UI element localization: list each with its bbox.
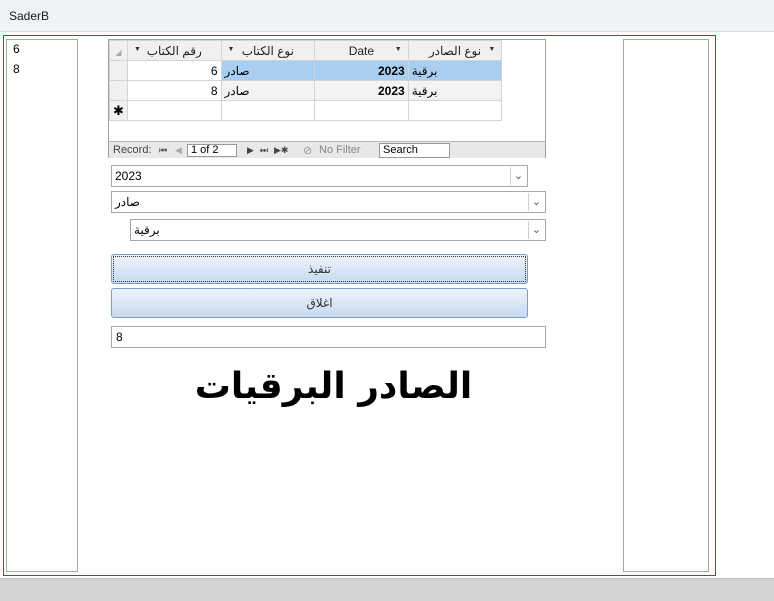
new-record-row[interactable]: ✱ bbox=[109, 100, 545, 121]
cell-outgoing-kind[interactable]: برقية bbox=[407, 60, 503, 81]
row-blank bbox=[501, 100, 545, 121]
datasheet-subform: ◢ ▼ رقم الكتاب ▼ نوع الكتاب ▼ Date ▼ نوع الص… bbox=[108, 39, 546, 158]
book-type-combo-value: صادر bbox=[115, 195, 140, 209]
page-heading: الصادر البرقيات bbox=[194, 366, 473, 407]
row-selector[interactable] bbox=[109, 60, 128, 81]
record-navigation-bar: Record: ⏮ ◀ 1 of 2 ▶ ⏭ ▶✱ ⊘ No Filter Se… bbox=[109, 141, 545, 158]
cell-new[interactable] bbox=[314, 100, 409, 121]
chevron-down-icon[interactable]: ▼ bbox=[395, 46, 402, 53]
column-header-date[interactable]: ▼ Date bbox=[314, 40, 409, 61]
table-row[interactable]: 8 صادر 2023 برقية bbox=[109, 80, 545, 101]
no-filter-button[interactable]: No Filter bbox=[319, 144, 361, 156]
chevron-down-icon[interactable]: ▼ bbox=[488, 46, 495, 53]
execute-button[interactable]: تنفيذ bbox=[111, 254, 528, 284]
table-row[interactable]: 6 صادر 2023 برقية bbox=[109, 60, 545, 81]
last-record-icon[interactable]: ⏭ bbox=[260, 145, 268, 156]
chevron-down-icon[interactable]: ⌄ bbox=[528, 221, 544, 239]
window-title: SaderB bbox=[9, 9, 50, 23]
datasheet-table: ◢ ▼ رقم الكتاب ▼ نوع الكتاب ▼ Date ▼ نوع الص… bbox=[109, 40, 545, 121]
chevron-down-icon[interactable]: ▼ bbox=[228, 46, 235, 53]
list-item[interactable]: 8 bbox=[7, 60, 77, 80]
cell-new[interactable] bbox=[220, 100, 316, 121]
cell-date[interactable]: 2023 bbox=[314, 60, 409, 81]
row-selector[interactable] bbox=[109, 80, 128, 101]
cell-new[interactable] bbox=[407, 100, 503, 121]
previous-record-icon[interactable]: ◀ bbox=[175, 145, 182, 156]
row-blank bbox=[501, 80, 545, 101]
column-header-outgoing-kind[interactable]: ▼ نوع الصادر bbox=[407, 40, 503, 61]
app-window: SaderB 6 8 ◢ ▼ رقم الكتاب ▼ نوع الكتاب ▼ Da… bbox=[0, 0, 774, 601]
column-header-book-type[interactable]: ▼ نوع الكتاب bbox=[220, 40, 316, 61]
cell-new[interactable] bbox=[126, 100, 222, 121]
cell-date[interactable]: 2023 bbox=[314, 80, 409, 101]
chevron-down-icon[interactable]: ▼ bbox=[134, 46, 141, 53]
title-bar: SaderB bbox=[0, 0, 774, 32]
form-client-area: 6 8 ◢ ▼ رقم الكتاب ▼ نوع الكتاب ▼ Date ▼ نوع… bbox=[0, 32, 774, 580]
search-input[interactable]: Search bbox=[379, 143, 450, 158]
record-label: Record: bbox=[113, 144, 152, 156]
cell-book-number[interactable]: 8 bbox=[126, 80, 222, 101]
outgoing-kind-combo[interactable]: برقية ⌄ bbox=[130, 219, 546, 241]
list-item[interactable]: 6 bbox=[7, 40, 77, 60]
outgoing-kind-combo-value: برقية bbox=[134, 223, 160, 237]
current-record-input[interactable]: 1 of 2 bbox=[187, 144, 237, 157]
left-listbox[interactable]: 6 8 bbox=[6, 39, 78, 572]
cell-outgoing-kind[interactable]: برقية bbox=[407, 80, 503, 101]
form-frame: 6 8 ◢ ▼ رقم الكتاب ▼ نوع الكتاب ▼ Date ▼ نوع… bbox=[3, 35, 716, 576]
chevron-down-icon[interactable]: ⌄ bbox=[510, 167, 526, 185]
book-type-combo[interactable]: صادر ⌄ bbox=[111, 191, 546, 213]
filter-icon[interactable]: ⊘ bbox=[303, 144, 312, 157]
status-bar bbox=[0, 578, 774, 601]
first-record-icon[interactable]: ⏮ bbox=[159, 145, 167, 156]
right-gutter bbox=[742, 32, 774, 578]
new-record-marker: ✱ bbox=[109, 100, 128, 121]
header-row: ◢ ▼ رقم الكتاب ▼ نوع الكتاب ▼ Date ▼ نوع الص… bbox=[109, 40, 545, 61]
next-record-icon[interactable]: ▶ bbox=[247, 145, 254, 156]
new-record-icon[interactable]: ▶✱ bbox=[274, 145, 288, 156]
year-combo[interactable]: 2023 ⌄ bbox=[111, 165, 528, 187]
close-button[interactable]: اغلاق bbox=[111, 288, 528, 318]
row-blank bbox=[501, 60, 545, 81]
column-header-book-number[interactable]: ▼ رقم الكتاب bbox=[126, 40, 222, 61]
year-combo-value: 2023 bbox=[115, 169, 142, 183]
cell-book-type[interactable]: صادر bbox=[220, 80, 316, 101]
cell-book-type[interactable]: صادر bbox=[220, 60, 316, 81]
right-listbox[interactable] bbox=[623, 39, 709, 572]
select-all-corner[interactable]: ◢ bbox=[109, 40, 128, 61]
cell-book-number[interactable]: 6 bbox=[126, 60, 222, 81]
chevron-down-icon[interactable]: ⌄ bbox=[528, 193, 544, 211]
header-blank bbox=[501, 40, 545, 61]
result-textbox[interactable]: 8 bbox=[111, 326, 546, 348]
